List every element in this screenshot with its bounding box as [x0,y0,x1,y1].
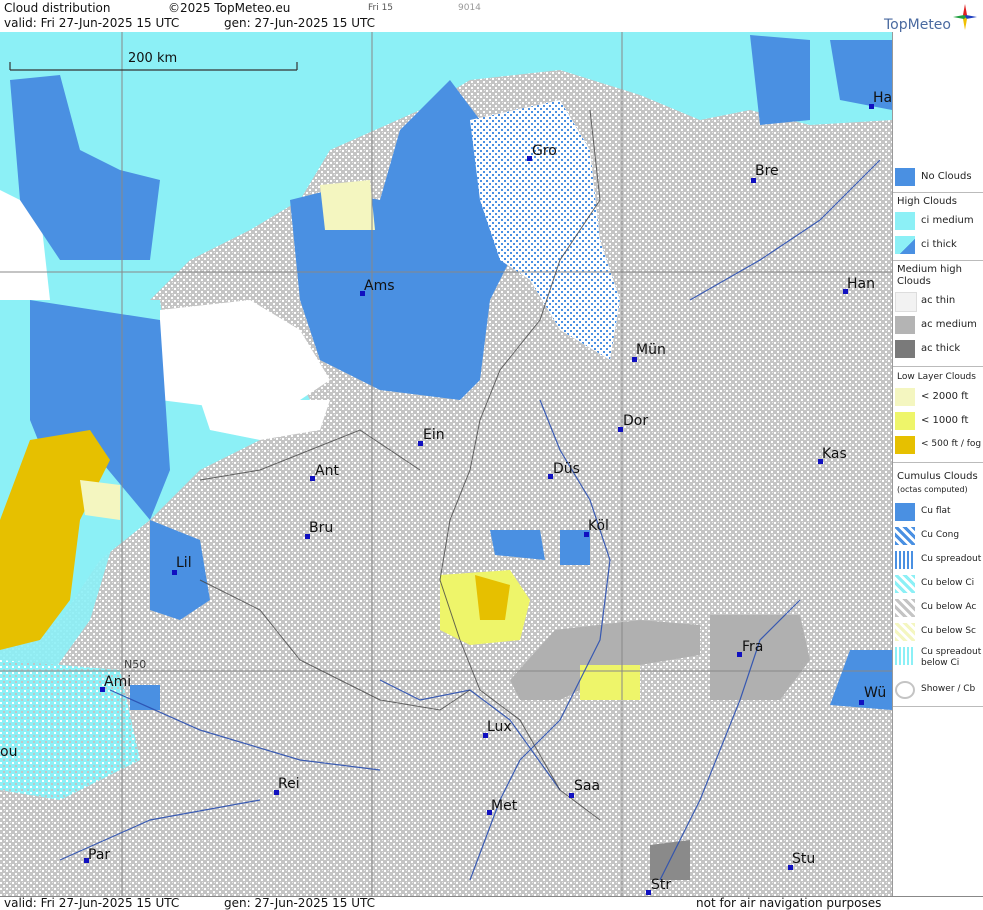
legend-cu-below-ac: Cu below Ac [893,597,983,619]
legend-cu-below-ci: Cu below Ci [893,573,983,595]
legend-ci-thick: ci thick [893,234,983,256]
legend-ac-medium: ac medium [893,314,983,336]
topmeteo-logo: TopMeteo [877,4,977,33]
legend-lt1000: < 1000 ft [893,410,983,432]
legend-shower-cb: Shower / Cb [893,679,983,701]
legend-cu-spreadout: Cu spreadout [893,549,983,571]
legend-ac-thick: ac thick [893,338,983,360]
scale-label: 200 km [128,51,178,66]
cloud-map-graphic [0,32,892,896]
legend-cu-cong: Cu Cong [893,525,983,547]
legend-medium-heading: Medium high Clouds [897,264,962,287]
legend-ac-thin: ac thin [893,290,983,312]
legend-cu-spreadout-below-ci: Cu spreadout below Ci [893,645,983,673]
legend-low-heading: Low Layer Clouds [897,372,976,382]
compass-icon [953,4,977,30]
cloud-map[interactable]: 200 km N50 Ha Gro Bre Ams Han Mün Dor Ei… [0,32,892,896]
shower-icon [895,681,915,699]
legend-cumulus-subheading: (octas computed) [897,485,968,494]
legend-cumulus-heading: Cumulus Clouds [897,471,978,482]
map-header: Cloud distribution ©2025 TopMeteo.eu Fri… [0,0,983,33]
legend-high-clouds-heading: High Clouds [897,196,957,207]
legend-cu-flat: Cu flat [893,501,983,523]
generated-time: gen: 27-Jun-2025 15 UTC [224,16,376,30]
latitude-label: N50 [124,658,147,671]
copyright-text: ©2025 TopMeteo.eu [168,1,291,15]
legend-ci-medium: ci medium [893,210,983,232]
footer-valid-time: valid: Fri 27-Jun-2025 15 UTC [4,896,180,910]
legend-no-clouds: No Clouds [893,166,983,188]
run-tag: Fri 15 [368,3,394,13]
legend-lt500-fog: < 500 ft / fog [893,434,983,456]
legend-cu-below-sc: Cu below Sc [893,621,983,643]
valid-time: valid: Fri 27-Jun-2025 15 UTC [4,16,180,30]
brand-name: TopMeteo [884,17,951,33]
map-footer: valid: Fri 27-Jun-2025 15 UTC gen: 27-Ju… [0,896,983,910]
legend-lt2000: < 2000 ft [893,386,983,408]
footer-generated-time: gen: 27-Jun-2025 15 UTC [224,896,376,910]
map-code: 9014 [458,3,481,13]
legend-swatch-no-clouds [895,168,915,186]
legend-panel: No Clouds High Clouds ci medium ci thick… [892,32,983,896]
navigation-disclaimer: not for air navigation purposes [696,896,882,910]
map-title: Cloud distribution [4,1,111,15]
